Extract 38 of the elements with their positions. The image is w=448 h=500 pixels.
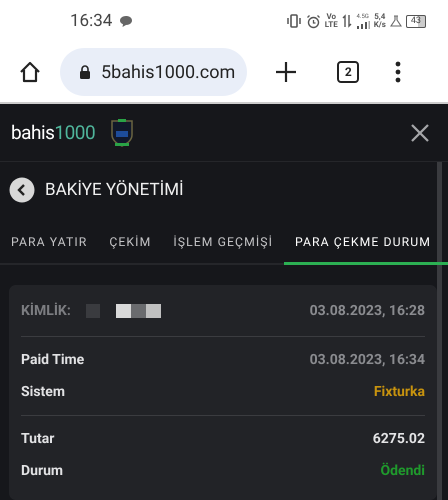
- clock-time: 16:34: [70, 11, 112, 32]
- field-label: KİMLİK:: [21, 302, 71, 318]
- field-label: Paid Time: [21, 352, 84, 368]
- logo-text: bahis: [11, 121, 54, 144]
- tab[interactable]: PARA ÇEKME DURUM: [284, 221, 448, 265]
- chat-bubble-icon: [119, 14, 134, 28]
- logo-text: 1000: [54, 121, 96, 144]
- lock-icon: [79, 65, 91, 80]
- address-bar[interactable]: 5bahis1000.com: [60, 48, 248, 96]
- flask-icon: [390, 15, 402, 28]
- signal-icon: [356, 21, 370, 30]
- data-arrows-icon: [342, 14, 352, 28]
- volte-label: LTE: [324, 21, 338, 30]
- field-label: Sistem: [21, 384, 65, 400]
- section-title: BAKİYE YÖNETİMİ: [45, 180, 184, 200]
- back-icon[interactable]: [9, 177, 35, 203]
- field-value: 03.08.2023, 16:34: [310, 352, 425, 368]
- speed-value: 5,4: [374, 13, 386, 22]
- tab-count-button[interactable]: 2: [337, 61, 360, 84]
- menu-icon[interactable]: [395, 61, 402, 84]
- field-value: 03.08.2023, 16:28: [310, 302, 425, 318]
- home-icon[interactable]: [18, 61, 42, 84]
- volte-label: Vo: [326, 13, 336, 22]
- tab[interactable]: İŞLEM GEÇMİŞİ: [162, 221, 284, 263]
- field-label: Tutar: [21, 431, 54, 447]
- shield-emblem-icon: [109, 118, 136, 148]
- tab[interactable]: ÇEKİM: [98, 221, 162, 263]
- field-value: Ödendi: [380, 463, 425, 479]
- tab[interactable]: PARA YATIR: [0, 221, 98, 263]
- close-icon[interactable]: [410, 122, 430, 142]
- field-value: Fixturka: [374, 384, 425, 400]
- battery-level: 43: [406, 14, 426, 28]
- field-label: Durum: [21, 463, 64, 479]
- plus-icon[interactable]: [275, 61, 298, 84]
- speed-unit: K/s: [374, 21, 386, 30]
- field-value: 6275.02: [372, 431, 425, 447]
- alarm-icon: [306, 14, 321, 29]
- vibrate-icon: [286, 14, 302, 28]
